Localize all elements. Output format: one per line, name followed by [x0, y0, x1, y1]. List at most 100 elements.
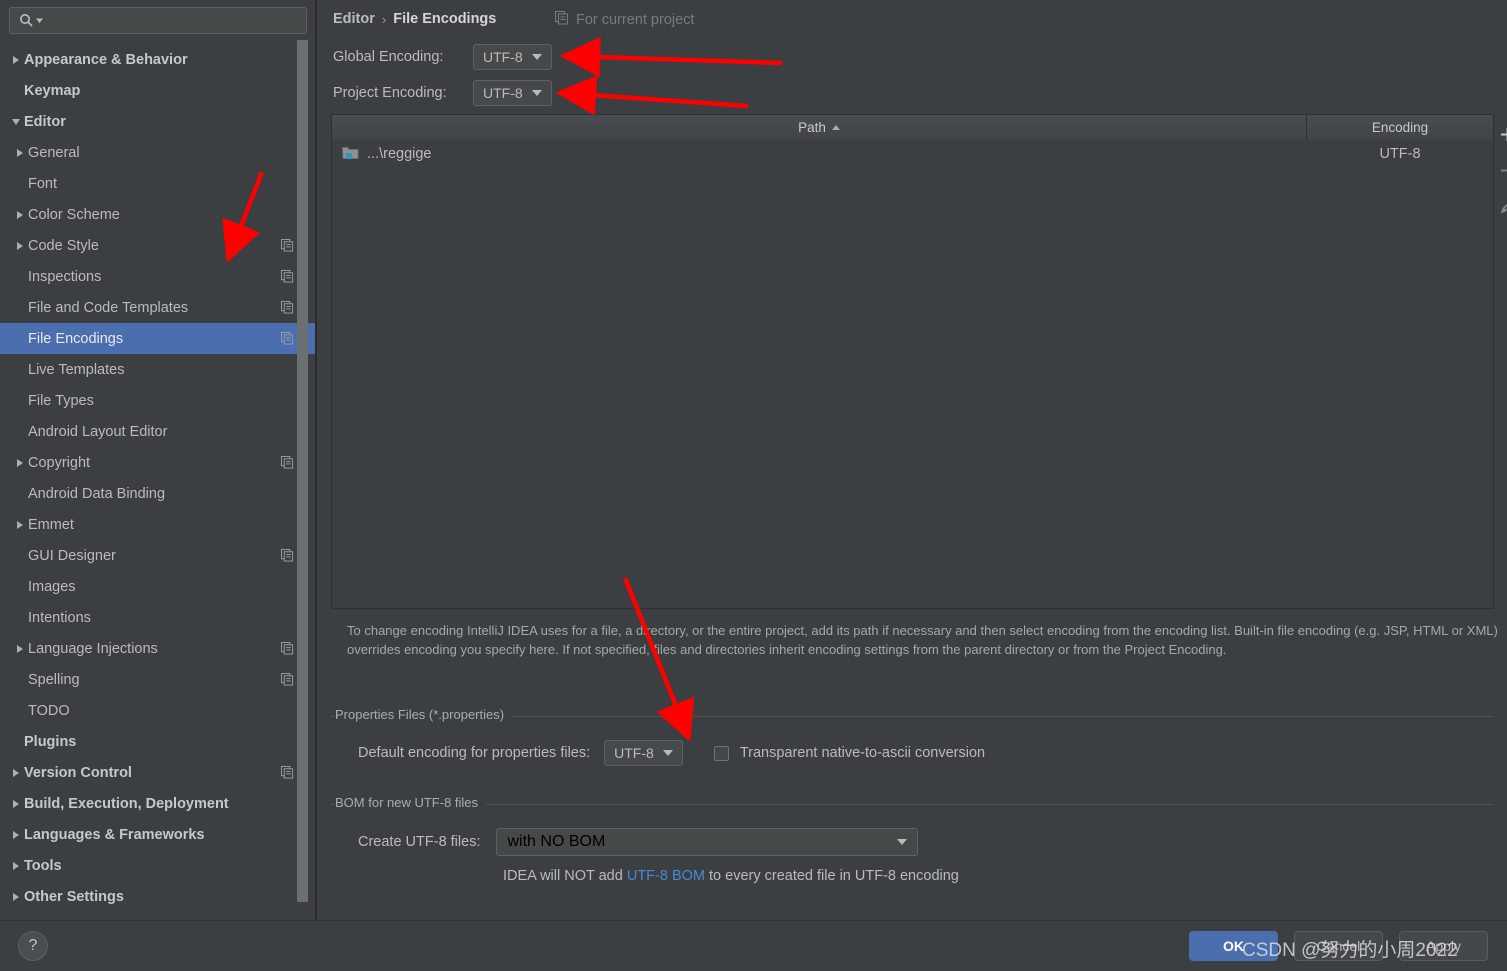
- sidebar-item-inspections[interactable]: Inspections: [0, 261, 316, 292]
- global-encoding-row: Global Encoding: UTF-8: [333, 44, 552, 70]
- sidebar-item-label: Version Control: [24, 764, 132, 781]
- chevron-right-icon[interactable]: [12, 137, 28, 168]
- chevron-right-icon[interactable]: [8, 819, 24, 850]
- sidebar-item-live-templates[interactable]: Live Templates: [0, 354, 316, 385]
- sidebar-item-copyright[interactable]: Copyright: [0, 447, 316, 478]
- transparent-native-to-ascii-checkbox[interactable]: [713, 745, 729, 761]
- bom-group-title: BOM for new UTF-8 files: [335, 795, 487, 810]
- sidebar-item-label: Tools: [24, 857, 62, 874]
- column-header-encoding[interactable]: Encoding: [1307, 115, 1493, 140]
- project-config-icon: [281, 766, 294, 784]
- settings-sidebar: Appearance & Behavior Keymap Editor General…: [0, 0, 316, 920]
- add-icon[interactable]: [1496, 123, 1507, 145]
- chevron-right-icon[interactable]: [12, 633, 28, 664]
- sidebar-scrollbar[interactable]: [297, 38, 308, 914]
- sidebar-item-build-execution-deployment[interactable]: Build, Execution, Deployment: [0, 788, 316, 819]
- sidebar-item-code-style[interactable]: Code Style: [0, 230, 316, 261]
- chevron-down-icon: [662, 750, 673, 756]
- sidebar-item-editor[interactable]: Editor: [0, 106, 316, 137]
- sidebar-item-file-encodings[interactable]: File Encodings: [0, 323, 316, 354]
- global-encoding-value: UTF-8: [483, 49, 523, 65]
- edit-icon[interactable]: [1496, 195, 1507, 217]
- sidebar-item-font[interactable]: Font: [0, 168, 316, 199]
- chevron-down-icon[interactable]: [8, 106, 24, 137]
- sidebar-item-intentions[interactable]: Intentions: [0, 602, 316, 633]
- bom-hint-suffix: to every created file in UTF-8 encoding: [704, 868, 959, 884]
- properties-files-group-title: Properties Files (*.properties): [335, 707, 513, 722]
- global-encoding-dropdown[interactable]: UTF-8: [473, 44, 552, 70]
- chevron-right-icon[interactable]: [12, 509, 28, 540]
- project-encoding-value: UTF-8: [483, 85, 523, 101]
- table-cell-path: ...\reggige: [332, 145, 1307, 164]
- sidebar-item-emmet[interactable]: Emmet: [0, 509, 316, 540]
- table-body: ...\reggige UTF-8: [332, 140, 1493, 168]
- sidebar-item-images[interactable]: Images: [0, 571, 316, 602]
- default-properties-encoding-value: UTF-8: [614, 745, 654, 761]
- project-config-icon: [281, 239, 294, 257]
- sidebar-item-file-and-code-templates[interactable]: File and Code Templates: [0, 292, 316, 323]
- utf8-bom-link[interactable]: UTF-8 BOM: [627, 868, 705, 884]
- remove-icon[interactable]: [1496, 159, 1507, 181]
- sidebar-item-spelling[interactable]: Spelling: [0, 664, 316, 695]
- sidebar-scrollbar-thumb[interactable]: [297, 40, 308, 902]
- sidebar-item-tools[interactable]: Tools: [0, 850, 316, 881]
- chevron-right-icon[interactable]: [12, 447, 28, 478]
- sidebar-item-android-data-binding[interactable]: Android Data Binding: [0, 478, 316, 509]
- sidebar-item-android-layout-editor[interactable]: Android Layout Editor: [0, 416, 316, 447]
- help-button[interactable]: ?: [18, 931, 48, 961]
- project-config-icon: [281, 549, 294, 567]
- sidebar-item-general[interactable]: General: [0, 137, 316, 168]
- chevron-right-icon[interactable]: [8, 788, 24, 819]
- sidebar-item-label: Android Data Binding: [28, 485, 166, 502]
- search-box[interactable]: [9, 7, 307, 34]
- sidebar-item-version-control[interactable]: Version Control: [0, 757, 316, 788]
- settings-dialog: Appearance & Behavior Keymap Editor General…: [0, 0, 1507, 971]
- sidebar-item-label: Color Scheme: [28, 206, 120, 223]
- sidebar-item-plugins[interactable]: Plugins: [0, 726, 316, 757]
- sidebar-item-language-injections[interactable]: Language Injections: [0, 633, 316, 664]
- sidebar-item-color-scheme[interactable]: Color Scheme: [0, 199, 316, 230]
- sidebar-item-gui-designer[interactable]: GUI Designer: [0, 540, 316, 571]
- search-input[interactable]: [44, 13, 306, 28]
- sidebar-item-label: Inspections: [28, 268, 102, 285]
- chevron-right-icon[interactable]: [12, 199, 28, 230]
- sidebar-item-label: Editor: [24, 113, 66, 130]
- project-encoding-label: Project Encoding:: [333, 85, 447, 101]
- sidebar-item-label: File Types: [28, 392, 94, 409]
- sidebar-item-keymap[interactable]: Keymap: [0, 75, 316, 106]
- chevron-right-icon[interactable]: [8, 44, 24, 75]
- bom-hint: IDEA will NOT add UTF-8 BOM to every cre…: [503, 867, 959, 885]
- table-cell-encoding[interactable]: UTF-8: [1307, 146, 1493, 162]
- create-utf8-files-dropdown[interactable]: with NO BOM: [496, 828, 919, 856]
- create-utf8-files-value: with NO BOM: [507, 833, 606, 850]
- search-dropdown-icon[interactable]: [35, 16, 44, 25]
- column-header-path[interactable]: Path: [332, 115, 1307, 140]
- sidebar-item-todo[interactable]: TODO: [0, 695, 316, 726]
- project-encoding-row: Project Encoding: UTF-8: [333, 80, 552, 106]
- project-config-icon: [281, 332, 294, 350]
- chevron-right-icon[interactable]: [8, 850, 24, 881]
- default-properties-encoding-dropdown[interactable]: UTF-8: [604, 740, 683, 766]
- project-encoding-dropdown[interactable]: UTF-8: [473, 80, 552, 106]
- sidebar-item-label: TODO: [28, 702, 70, 719]
- table-row[interactable]: ...\reggige UTF-8: [332, 140, 1493, 168]
- breadcrumb-leaf: File Encodings: [393, 11, 497, 27]
- sidebar-item-other-settings[interactable]: Other Settings: [0, 881, 316, 912]
- breadcrumb-root[interactable]: Editor: [333, 11, 375, 27]
- sidebar-item-languages-frameworks[interactable]: Languages & Frameworks: [0, 819, 316, 850]
- chevron-right-icon[interactable]: [8, 757, 24, 788]
- project-config-icon: [555, 11, 569, 29]
- watermark: CSDN @努力的小周2022: [1242, 940, 1458, 961]
- default-properties-encoding-row: Default encoding for properties files: U…: [358, 740, 985, 766]
- sidebar-item-label: Copyright: [28, 454, 91, 471]
- chevron-right-icon[interactable]: [12, 230, 28, 261]
- settings-main-pane: Editor › File Encodings For current proj…: [317, 0, 1507, 920]
- sidebar-item-appearance-behavior[interactable]: Appearance & Behavior: [0, 44, 316, 75]
- sidebar-item-file-types[interactable]: File Types: [0, 385, 316, 416]
- chevron-right-icon[interactable]: [8, 881, 24, 912]
